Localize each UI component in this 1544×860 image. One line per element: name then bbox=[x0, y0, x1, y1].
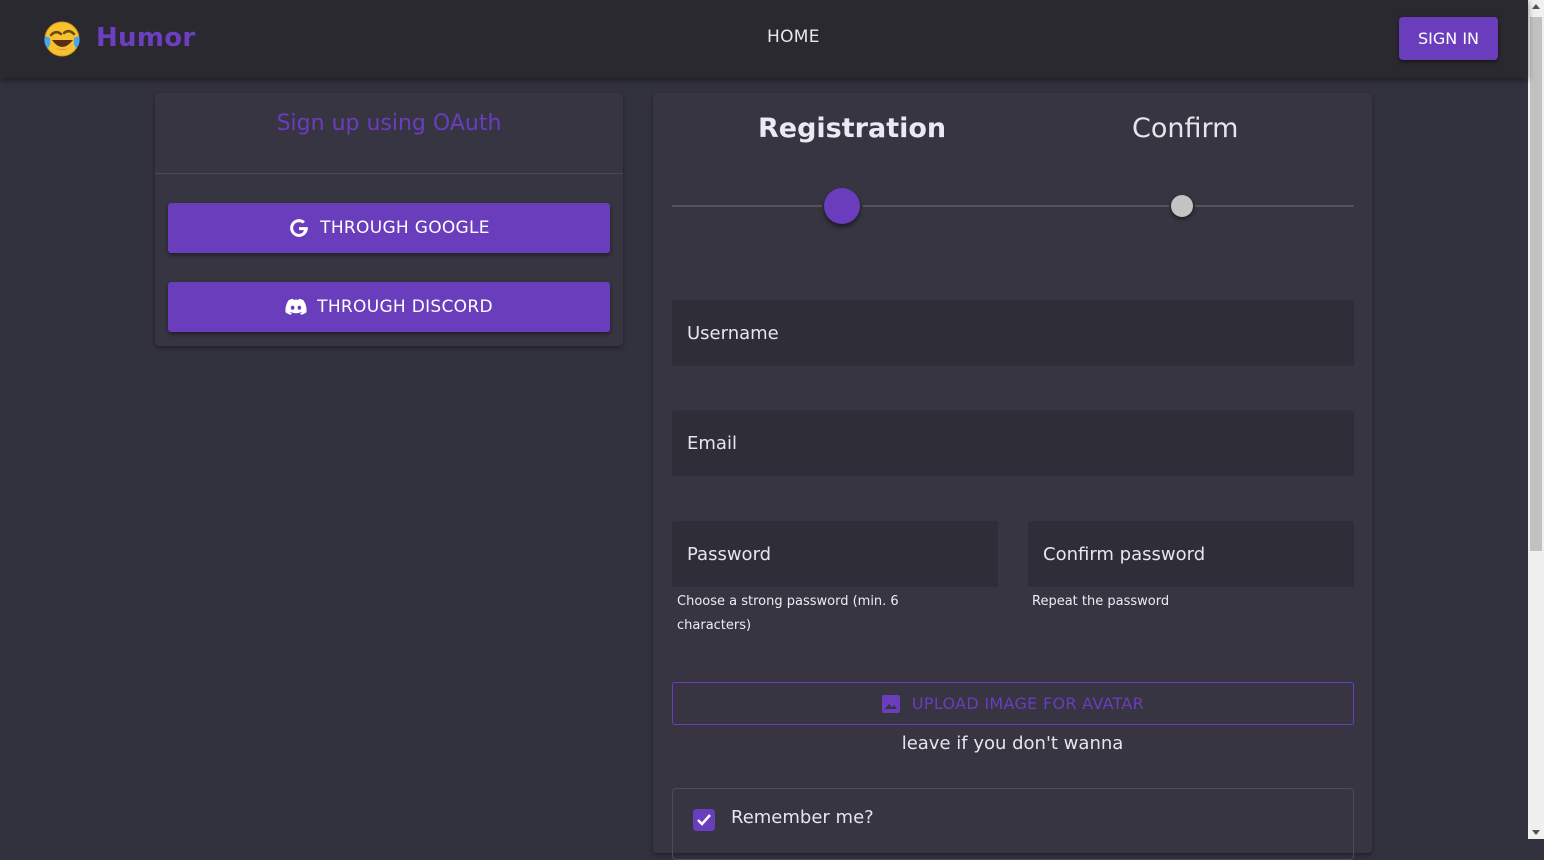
remember-me-container: Remember me? bbox=[672, 788, 1354, 860]
nav-home-link[interactable]: HOME bbox=[767, 27, 820, 47]
password-hint: Choose a strong password (min. 6 charact… bbox=[677, 594, 899, 633]
step-confirm-label[interactable]: Confirm bbox=[1132, 113, 1238, 144]
google-signup-button[interactable]: THROUGH GOOGLE bbox=[168, 203, 610, 253]
discord-signup-label: THROUGH DISCORD bbox=[317, 297, 493, 317]
oauth-card: Sign up using OAuth THROUGH GOOGLE THROU… bbox=[155, 93, 623, 346]
upload-avatar-label: UPLOAD IMAGE FOR AVATAR bbox=[911, 694, 1145, 713]
brand-name: Humor bbox=[96, 23, 196, 53]
password-field bbox=[672, 521, 998, 587]
checkmark-icon bbox=[697, 814, 711, 826]
discord-icon bbox=[285, 298, 307, 316]
stepper-track bbox=[863, 205, 1169, 207]
password-input[interactable] bbox=[672, 521, 998, 587]
discord-signup-button[interactable]: THROUGH DISCORD bbox=[168, 282, 610, 332]
image-icon bbox=[881, 694, 900, 713]
brand[interactable]: Humor bbox=[42, 18, 196, 58]
scroll-down-arrow-icon[interactable] bbox=[1532, 830, 1540, 835]
scrollbar[interactable] bbox=[1528, 0, 1544, 839]
email-field bbox=[672, 410, 1354, 476]
step-registration-label[interactable]: Registration bbox=[758, 113, 946, 144]
google-signup-label: THROUGH GOOGLE bbox=[320, 218, 490, 238]
step-confirm-dot[interactable] bbox=[1171, 195, 1193, 217]
divider bbox=[155, 173, 623, 174]
scroll-thumb[interactable] bbox=[1530, 17, 1542, 551]
email-input[interactable] bbox=[672, 410, 1354, 476]
oauth-title: Sign up using OAuth bbox=[276, 111, 502, 136]
registration-card: Registration Confirm Choose a strong pas… bbox=[653, 93, 1372, 860]
upload-note: leave if you don't wanna bbox=[901, 733, 1124, 754]
remember-me-checkbox[interactable] bbox=[693, 809, 715, 831]
upload-avatar-button[interactable]: UPLOAD IMAGE FOR AVATAR bbox=[672, 682, 1354, 725]
scroll-up-arrow-icon[interactable] bbox=[1532, 4, 1540, 9]
confirm-password-input[interactable] bbox=[1028, 521, 1354, 587]
laughing-emoji-icon bbox=[42, 18, 82, 58]
remember-me-label[interactable]: Remember me? bbox=[731, 807, 874, 828]
confirm-password-field bbox=[1028, 521, 1354, 587]
stepper-track bbox=[672, 205, 822, 207]
google-icon bbox=[288, 217, 310, 239]
sign-in-button[interactable]: SIGN IN bbox=[1399, 17, 1498, 60]
username-input[interactable] bbox=[672, 300, 1354, 366]
confirm-password-hint: Repeat the password bbox=[1032, 594, 1170, 609]
top-app-bar: Humor HOME SIGN IN bbox=[0, 0, 1528, 78]
username-field bbox=[672, 300, 1354, 366]
stepper-track bbox=[1195, 205, 1354, 207]
step-registration-dot[interactable] bbox=[824, 188, 860, 224]
